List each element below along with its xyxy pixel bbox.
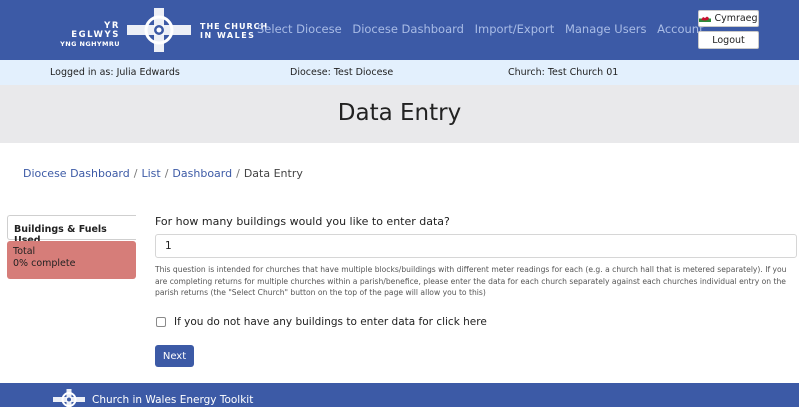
- logo-welsh-line1: YR EGLWYS: [71, 21, 120, 40]
- footer-title: Church in Wales Energy Toolkit: [92, 394, 254, 406]
- logo-welsh-text: YR EGLWYS YNG NGHYMRU: [52, 22, 120, 49]
- next-button[interactable]: Next: [155, 345, 194, 367]
- breadcrumb-separator: /: [133, 167, 138, 180]
- buildings-help-text: This question is intended for churches t…: [155, 265, 787, 298]
- current-church: Church: Test Church 01: [508, 67, 619, 78]
- nav-import-export[interactable]: Import/Export: [475, 22, 555, 36]
- celtic-cross-icon: [127, 8, 191, 52]
- nav-account[interactable]: Account: [657, 22, 703, 36]
- language-toggle-label: Cymraeg: [714, 13, 758, 24]
- total-progress-text: 0% complete: [13, 258, 76, 269]
- breadcrumb-separator: /: [236, 167, 240, 180]
- total-label: Total: [13, 246, 36, 257]
- church-in-wales-logo[interactable]: YR EGLWYS YNG NGHYMRU THE CHURCH IN WALE…: [52, 8, 267, 52]
- no-buildings-checkbox-row[interactable]: If you do not have any buildings to ente…: [156, 316, 487, 328]
- sidebar-total-progress: Total 0% complete: [7, 241, 136, 279]
- breadcrumb-dashboard[interactable]: Dashboard: [172, 167, 232, 180]
- breadcrumb: Diocese Dashboard / List / Dashboard / Data En…: [23, 167, 303, 180]
- page-footer: Church in Wales Energy Toolkit: [0, 383, 799, 407]
- celtic-cross-icon: [53, 389, 85, 407]
- sidebar-item-buildings-fuels[interactable]: Buildings & Fuels Used: [7, 215, 136, 246]
- main-nav: Select Diocese Diocese Dashboard Import/…: [257, 22, 711, 36]
- logged-in-user: Logged in as: Julia Edwards: [50, 67, 180, 78]
- nav-manage-users[interactable]: Manage Users: [565, 22, 647, 36]
- breadcrumb-separator: /: [164, 167, 169, 180]
- nav-diocese-dashboard[interactable]: Diocese Dashboard: [352, 22, 464, 36]
- breadcrumb-diocese-dashboard[interactable]: Diocese Dashboard: [23, 167, 130, 180]
- no-buildings-checkbox-label[interactable]: If you do not have any buildings to ente…: [174, 316, 487, 328]
- nav-select-diocese[interactable]: Select Diocese: [257, 22, 342, 36]
- buildings-question-label: For how many buildings would you like to…: [155, 215, 450, 228]
- logout-button[interactable]: Logout: [698, 31, 759, 49]
- breadcrumb-current: Data Entry: [243, 167, 303, 180]
- language-toggle-button[interactable]: Cymraeg: [698, 10, 759, 27]
- session-info-bar: Logged in as: Julia Edwards Diocese: Tes…: [0, 60, 799, 85]
- current-diocese: Diocese: Test Diocese: [290, 67, 394, 78]
- page-title: Data Entry: [337, 100, 462, 126]
- welsh-flag-icon: [699, 15, 712, 22]
- page-title-band: Data Entry: [0, 85, 799, 143]
- buildings-count-input[interactable]: 1: [155, 234, 797, 258]
- breadcrumb-list[interactable]: List: [141, 167, 160, 180]
- top-navbar: YR EGLWYS YNG NGHYMRU THE CHURCH IN WALE…: [0, 0, 799, 60]
- logo-welsh-line2: YNG NGHYMRU: [60, 40, 120, 48]
- no-buildings-checkbox[interactable]: [156, 317, 166, 327]
